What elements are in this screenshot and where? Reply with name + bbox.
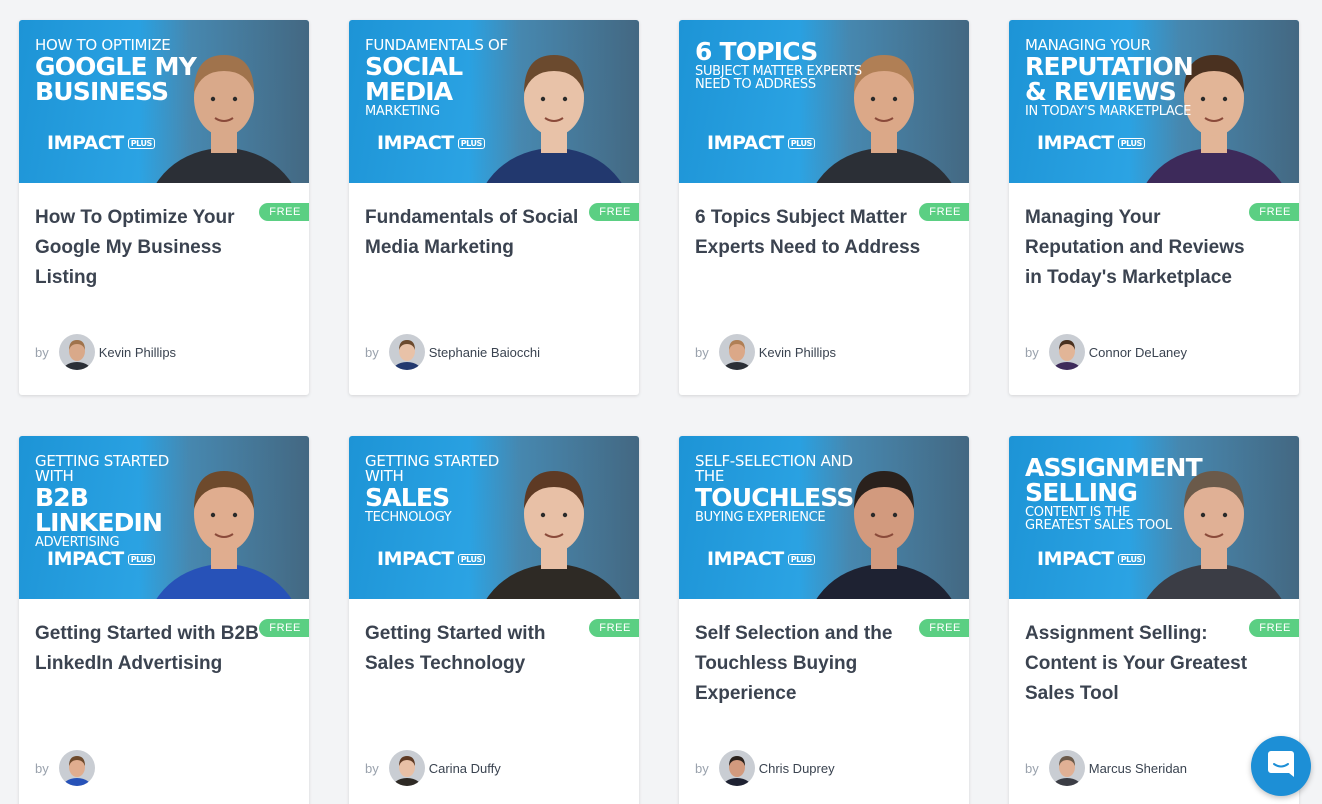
author-name[interactable]: Marcus Sheridan — [1089, 761, 1187, 776]
course-title[interactable]: Fundamentals of Social Media Marketing — [365, 203, 593, 263]
free-badge: FREE — [919, 619, 969, 637]
impact-plus-logo: IMPACT PLUS — [47, 132, 155, 154]
chat-icon — [1267, 749, 1295, 784]
author-by-label: by — [365, 344, 379, 360]
course-card-body: 6 Topics Subject Matter Experts Need to … — [679, 183, 969, 395]
course-author: by Chris Duprey — [695, 750, 835, 786]
free-badge: FREE — [589, 619, 639, 637]
course-card-body: Getting Started with B2B LinkedIn Advert… — [19, 599, 309, 804]
author-by-label: by — [365, 760, 379, 776]
author-by-label: by — [35, 760, 49, 776]
free-badge: FREE — [259, 619, 309, 637]
author-by-label: by — [695, 344, 709, 360]
course-thumbnail[interactable]: Getting Started With Sales Technology IM… — [349, 436, 639, 599]
avatar — [1048, 750, 1085, 786]
course-thumbnail[interactable]: Fundamentals of Social Media Marketing I… — [349, 20, 639, 183]
author-name[interactable]: Stephanie Baiocchi — [429, 345, 540, 360]
chat-button[interactable] — [1251, 736, 1311, 796]
avatar — [718, 334, 755, 370]
course-author: by Carina Duffy — [365, 750, 501, 786]
course-grid: How to Optimize Google My Business IMPAC… — [19, 20, 1299, 804]
author-name[interactable]: Chris Duprey — [759, 761, 835, 776]
free-badge: FREE — [259, 203, 309, 221]
author-name[interactable]: Connor DeLaney — [1089, 345, 1187, 360]
course-thumbnail[interactable]: Managing Your Reputation & Reviews In To… — [1009, 20, 1299, 183]
course-thumbnail[interactable]: Getting Started With B2B LinkedIn Advert… — [19, 436, 309, 599]
author-name[interactable]: Kevin Phillips — [99, 345, 176, 360]
course-title[interactable]: Assignment Selling: Content is Your Grea… — [1025, 619, 1253, 709]
course-author: by Kevin Phillips — [695, 334, 836, 370]
thumbnail-title: Getting Started With Sales Technology — [365, 452, 500, 525]
author-by-label: by — [35, 344, 49, 360]
course-title[interactable]: 6 Topics Subject Matter Experts Need to … — [695, 203, 923, 263]
course-card[interactable]: Fundamentals of Social Media Marketing I… — [349, 20, 639, 395]
course-thumbnail[interactable]: Assignment Selling Content is the Greate… — [1009, 436, 1299, 599]
avatar — [718, 750, 755, 786]
course-thumbnail[interactable]: Self-Selection and the Touchless Buying … — [679, 436, 969, 599]
free-badge: FREE — [919, 203, 969, 221]
author-by-label: by — [1025, 344, 1039, 360]
author-by-label: by — [695, 760, 709, 776]
course-card-body: Self Selection and the Touchless Buying … — [679, 599, 969, 804]
course-title[interactable]: Getting Started with B2B LinkedIn Advert… — [35, 619, 263, 679]
course-author: by — [35, 750, 99, 786]
course-card[interactable]: Managing Your Reputation & Reviews In To… — [1009, 20, 1299, 395]
avatar — [388, 334, 425, 370]
free-badge: FREE — [1249, 203, 1299, 221]
thumbnail-title: Managing Your Reputation & Reviews In To… — [1025, 36, 1194, 119]
course-title[interactable]: Self Selection and the Touchless Buying … — [695, 619, 923, 709]
thumbnail-title: 6 Topics Subject Matter Experts Need to … — [695, 37, 862, 92]
course-card-body: How To Optimize Your Google My Business … — [19, 183, 309, 395]
course-title[interactable]: Managing Your Reputation and Reviews in … — [1025, 203, 1253, 293]
impact-plus-logo: IMPACT PLUS — [377, 132, 485, 154]
thumbnail-title: Fundamentals of Social Media Marketing — [365, 36, 508, 119]
author-by-label: by — [1025, 760, 1039, 776]
thumbnail-title: Assignment Selling Content is the Greate… — [1025, 453, 1203, 533]
avatar — [58, 750, 95, 786]
free-badge: FREE — [1249, 619, 1299, 637]
course-thumbnail[interactable]: How to Optimize Google My Business IMPAC… — [19, 20, 309, 183]
free-badge: FREE — [589, 203, 639, 221]
course-card[interactable]: Self-Selection and the Touchless Buying … — [679, 436, 969, 804]
course-card[interactable]: Getting Started With B2B LinkedIn Advert… — [19, 436, 309, 804]
course-card-body: Managing Your Reputation and Reviews in … — [1009, 183, 1299, 395]
course-card[interactable]: Getting Started With Sales Technology IM… — [349, 436, 639, 804]
thumbnail-title: Self-Selection and the Touchless Buying … — [695, 452, 854, 525]
avatar — [388, 750, 425, 786]
impact-plus-logo: IMPACT PLUS — [1037, 132, 1145, 154]
course-author: by Stephanie Baiocchi — [365, 334, 540, 370]
thumbnail-title: How to Optimize Google My Business — [35, 36, 197, 106]
course-author: by Marcus Sheridan — [1025, 750, 1187, 786]
course-author: by Connor DeLaney — [1025, 334, 1187, 370]
course-card-body: Getting Started with Sales Technology FR… — [349, 599, 639, 804]
course-author: by Kevin Phillips — [35, 334, 176, 370]
course-title[interactable]: Getting Started with Sales Technology — [365, 619, 593, 679]
avatar — [58, 334, 95, 370]
course-card-body: Fundamentals of Social Media Marketing F… — [349, 183, 639, 395]
impact-plus-logo: IMPACT PLUS — [47, 548, 155, 570]
course-card[interactable]: How to Optimize Google My Business IMPAC… — [19, 20, 309, 395]
author-name[interactable]: Carina Duffy — [429, 761, 501, 776]
impact-plus-logo: IMPACT PLUS — [377, 548, 485, 570]
thumbnail-title: Getting Started With B2B LinkedIn Advert… — [35, 452, 170, 550]
impact-plus-logo: IMPACT PLUS — [1037, 548, 1145, 570]
course-card[interactable]: 6 Topics Subject Matter Experts Need to … — [679, 20, 969, 395]
author-name[interactable]: Kevin Phillips — [759, 345, 836, 360]
impact-plus-logo: IMPACT PLUS — [707, 132, 815, 154]
impact-plus-logo: IMPACT PLUS — [707, 548, 815, 570]
course-title[interactable]: How To Optimize Your Google My Business … — [35, 203, 263, 293]
course-thumbnail[interactable]: 6 Topics Subject Matter Experts Need to … — [679, 20, 969, 183]
avatar — [1048, 334, 1085, 370]
